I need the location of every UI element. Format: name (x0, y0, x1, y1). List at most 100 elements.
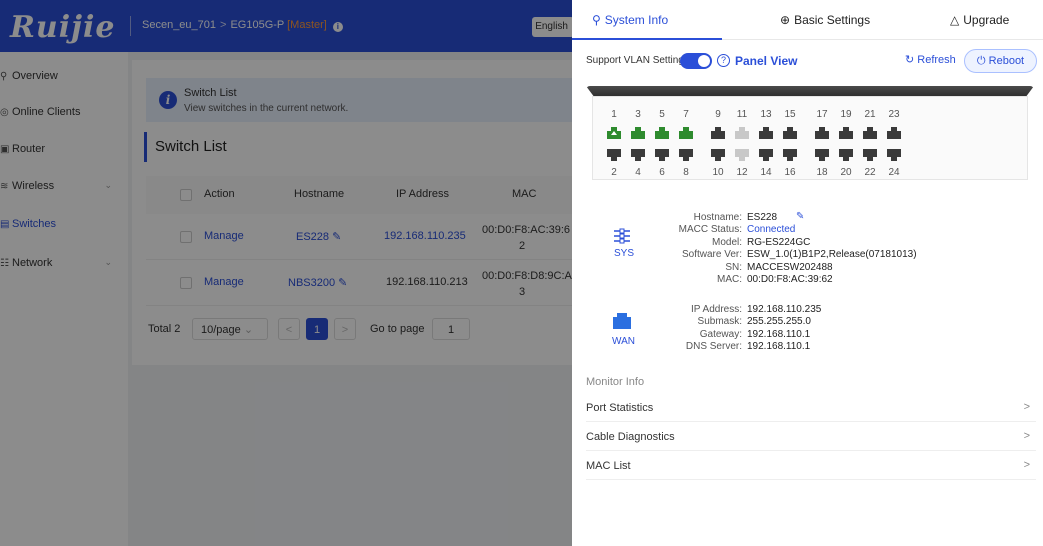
menu-label: Port Statistics (586, 402, 654, 414)
port-6[interactable] (655, 149, 669, 161)
port-number: 5 (659, 109, 665, 120)
port-4[interactable] (631, 149, 645, 161)
reboot-label: Reboot (988, 55, 1025, 67)
globe-icon: ⊕ (780, 13, 791, 27)
wan-field-key: Gateway: (699, 328, 742, 340)
wan-field-key: Submask: (697, 316, 742, 328)
edit-icon[interactable]: ✎ (796, 211, 804, 222)
port-statistics-row[interactable]: Port Statistics > (586, 394, 1036, 422)
sys-field-value: MACCESW202488 (747, 261, 833, 273)
port-number: 22 (864, 167, 876, 178)
chevron-right-icon: > (1023, 459, 1030, 471)
monitor-info-title: Monitor Info (586, 376, 645, 388)
device-drawer: ⚲ System Info ⊕ Basic Settings △ Upgrade Su… (572, 0, 1043, 546)
refresh-button[interactable]: ↻ Refresh (905, 53, 956, 66)
port-2[interactable] (607, 149, 621, 161)
sys-field-key: SN: (725, 261, 742, 273)
refresh-icon: ↻ (905, 54, 915, 66)
help-icon[interactable]: ? (717, 54, 730, 67)
drawer-tabs: ⚲ System Info ⊕ Basic Settings △ Upgrade (572, 0, 1043, 40)
port-number: 23 (888, 109, 900, 120)
port-number: 18 (816, 167, 828, 178)
sys-field-key: MACC Status: (678, 224, 742, 236)
tab-label: Basic Settings (794, 13, 871, 27)
sys-field-key: MAC: (717, 274, 742, 285)
port-5[interactable] (655, 127, 669, 139)
port-8[interactable] (679, 149, 693, 161)
mac-list-row[interactable]: MAC List > (586, 452, 1036, 480)
wan-field-key: IP Address: (691, 304, 742, 315)
port-number: 7 (683, 109, 689, 120)
port-20[interactable] (839, 149, 853, 161)
wan-field-value: 192.168.110.1 (747, 328, 811, 340)
port-number: 13 (760, 109, 772, 120)
port-number: 14 (760, 167, 772, 178)
chevron-right-icon: > (1023, 430, 1030, 442)
port-number: 21 (864, 109, 876, 120)
port-21[interactable] (863, 127, 877, 139)
port-18[interactable] (815, 149, 829, 161)
refresh-label: Refresh (917, 54, 956, 66)
power-icon: ⏻ (976, 55, 986, 67)
tab-label: Upgrade (963, 13, 1010, 27)
port-16[interactable] (783, 149, 797, 161)
port-number: 20 (840, 167, 852, 178)
port-number: 17 (816, 109, 828, 120)
panel-face: 1 2 3 4 5 6 7 8 9 10 11 12 13 14 15 16 17 18 19 20 21 22 23 24 (592, 96, 1028, 180)
port-15[interactable] (783, 127, 797, 139)
sys-field-key: Software Ver: (681, 249, 742, 261)
port-number: 10 (712, 167, 724, 178)
wan-field-value: 255.255.255.0 (747, 316, 811, 328)
cloud-icon: △ (950, 13, 960, 27)
wan-field-key: DNS Server: (685, 341, 742, 353)
menu-label: Cable Diagnostics (586, 431, 675, 443)
port-22[interactable] (863, 149, 877, 161)
toggle-knob (698, 55, 710, 67)
port-number: 2 (611, 167, 617, 178)
reboot-button[interactable]: ⏻ Reboot (964, 49, 1037, 73)
sys-field-value: 00:D0:F8:AC:39:62 (747, 274, 833, 285)
port-17[interactable] (815, 127, 829, 139)
port-number: 19 (840, 109, 852, 120)
vlan-toggle[interactable] (680, 53, 712, 69)
port-9[interactable] (711, 127, 725, 139)
port-number: 9 (715, 109, 721, 120)
sys-field-value: ES228 (747, 212, 778, 223)
port-23[interactable] (887, 127, 901, 139)
sys-field-key: Model: (711, 236, 742, 248)
sys-field-value: ESW_1.0(1)B1P2,Release(07181013) (747, 249, 917, 261)
port-10[interactable] (711, 149, 725, 161)
sys-field-value: RG-ES224GC (747, 236, 811, 248)
port-number: 11 (736, 109, 748, 120)
tab-system-info[interactable]: ⚲ System Info (592, 0, 668, 40)
tab-upgrade[interactable]: △ Upgrade (950, 0, 1009, 40)
port-12[interactable] (735, 149, 749, 161)
menu-label: MAC List (586, 460, 631, 472)
panel-view-title: Panel View (735, 54, 798, 68)
port-number: 12 (736, 167, 748, 178)
wan-field-value: 192.168.110.1 (747, 341, 811, 353)
port-7[interactable] (679, 127, 693, 139)
port-1[interactable] (607, 127, 621, 139)
port-3[interactable] (631, 127, 645, 139)
port-24[interactable] (887, 149, 901, 161)
port-number: 6 (659, 167, 665, 178)
vlan-settings-label: Support VLAN Settings (586, 55, 689, 66)
port-19[interactable] (839, 127, 853, 139)
active-tab-indicator (572, 38, 722, 40)
sys-field-value: Connected (747, 224, 796, 236)
tab-label: System Info (604, 13, 669, 27)
port-13[interactable] (759, 127, 773, 139)
port-number: 4 (635, 167, 641, 178)
port-number: 1 (611, 109, 617, 120)
port-11[interactable] (735, 127, 749, 139)
chevron-right-icon: > (1023, 401, 1030, 413)
port-number: 15 (784, 109, 796, 120)
port-number: 8 (683, 167, 689, 178)
cable-diagnostics-row[interactable]: Cable Diagnostics > (586, 423, 1036, 451)
tab-basic-settings[interactable]: ⊕ Basic Settings (780, 0, 870, 40)
port-number: 24 (888, 167, 900, 178)
topology-icon: ⚲ (592, 13, 601, 27)
port-14[interactable] (759, 149, 773, 161)
sys-field-key: Hostname: (693, 212, 742, 223)
